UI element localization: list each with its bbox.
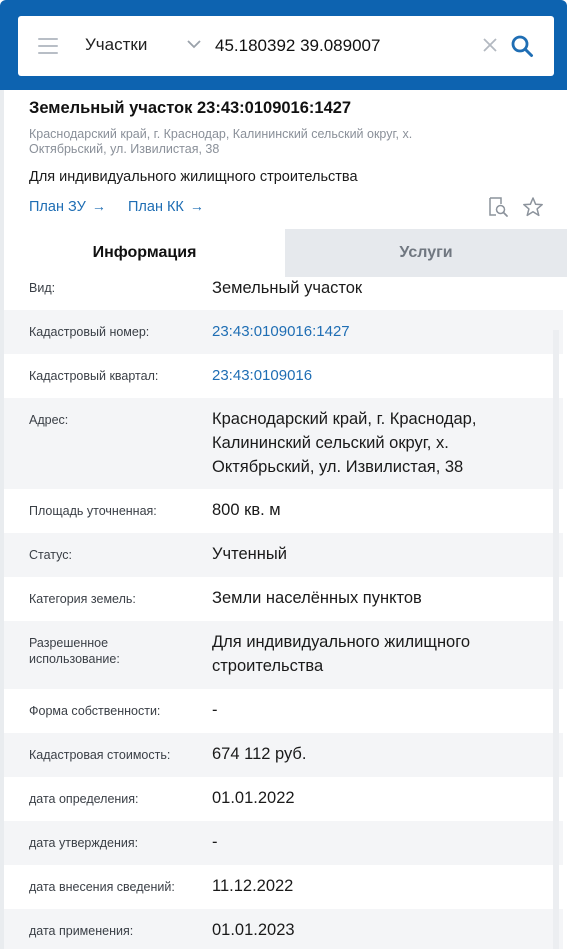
row-value: 01.01.2022 [212, 789, 295, 807]
row-label: Разрешенное использование: [29, 636, 120, 666]
row-value: Краснодарский край, г. Краснодар, Калини… [212, 410, 477, 476]
info-table: Вид: Земельный участок Кадастровый номер… [4, 265, 563, 949]
plan-kk-label: План КК [128, 199, 184, 215]
object-address: Краснодарский край, г. Краснодар, Калини… [29, 127, 413, 156]
chevron-down-icon[interactable] [186, 38, 202, 50]
row-label: Кадастровая стоимость: [29, 748, 171, 762]
table-row: Кадастровая стоимость: 674 112 руб. [4, 733, 563, 777]
row-label: Вид: [29, 281, 56, 295]
object-card-header: Земельный участок 23:43:0109016:1427 Кра… [0, 90, 567, 229]
object-type-select[interactable]: Участки [85, 35, 147, 55]
row-label: Адрес: [29, 413, 69, 427]
object-purpose: Для индивидуального жилищного строительс… [29, 169, 358, 185]
row-value: Для индивидуального жилищного строительс… [212, 633, 471, 675]
row-value: Земли населённых пунктов [212, 589, 422, 607]
table-row: Статус: Учтенный [4, 533, 563, 577]
row-value: Учтенный [212, 545, 287, 563]
table-row: дата определения: 01.01.2022 [4, 777, 563, 821]
row-value: Земельный участок [212, 279, 363, 297]
row-label: Площадь уточненная: [29, 504, 157, 518]
row-label: дата внесения сведений: [29, 880, 175, 894]
row-value: - [212, 701, 218, 719]
page-title: Земельный участок 23:43:0109016:1427 [29, 99, 352, 117]
row-label: Кадастровый номер: [29, 325, 150, 339]
row-label: дата определения: [29, 792, 139, 806]
row-label: Категория земель: [29, 592, 136, 606]
table-row: Разрешенное использование: Для индивидуа… [4, 621, 563, 689]
search-input[interactable] [215, 30, 470, 62]
plan-zu-link[interactable]: План ЗУ → [29, 198, 106, 215]
table-row: дата внесения сведений: 11.12.2022 [4, 865, 563, 909]
search-header: Участки [0, 0, 567, 90]
row-label: дата применения: [29, 924, 134, 938]
row-value: - [212, 833, 218, 851]
plan-kk-link[interactable]: План КК → [128, 198, 204, 215]
search-icon[interactable] [510, 34, 534, 58]
table-row: Категория земель: Земли населённых пункт… [4, 577, 563, 621]
cadastral-number-link[interactable]: 23:43:0109016:1427 [212, 320, 552, 344]
cadastral-quarter-link[interactable]: 23:43:0109016 [212, 364, 552, 388]
table-row: Адрес: Краснодарский край, г. Краснодар,… [4, 398, 563, 489]
star-icon[interactable] [522, 196, 544, 218]
row-label: Форма собственности: [29, 704, 161, 718]
document-search-icon[interactable] [487, 196, 509, 218]
row-value: 01.01.2023 [212, 921, 295, 939]
plan-zu-label: План ЗУ [29, 199, 86, 215]
table-row: Кадастровый квартал: 23:43:0109016 [4, 354, 563, 398]
table-row: Кадастровый номер: 23:43:0109016:1427 [4, 310, 563, 354]
arrow-right-icon: → [91, 198, 106, 214]
menu-icon[interactable] [38, 38, 58, 54]
search-bar: Участки [18, 16, 554, 76]
arrow-right-icon: → [189, 198, 204, 214]
row-value: 674 112 руб. [212, 745, 307, 763]
table-row: дата применения: 01.01.2023 [4, 909, 563, 949]
scrollbar[interactable] [553, 330, 559, 949]
table-row: дата утверждения: - [4, 821, 563, 865]
row-label: дата утверждения: [29, 836, 139, 850]
close-icon[interactable] [482, 37, 498, 53]
table-row: Форма собственности: - [4, 689, 563, 733]
row-label: Кадастровый квартал: [29, 369, 159, 383]
row-label: Статус: [29, 548, 72, 562]
row-value: 11.12.2022 [212, 877, 294, 895]
table-row: Площадь уточненная: 800 кв. м [4, 489, 563, 533]
table-row: Вид: Земельный участок [4, 265, 563, 310]
row-value: 800 кв. м [212, 501, 281, 519]
